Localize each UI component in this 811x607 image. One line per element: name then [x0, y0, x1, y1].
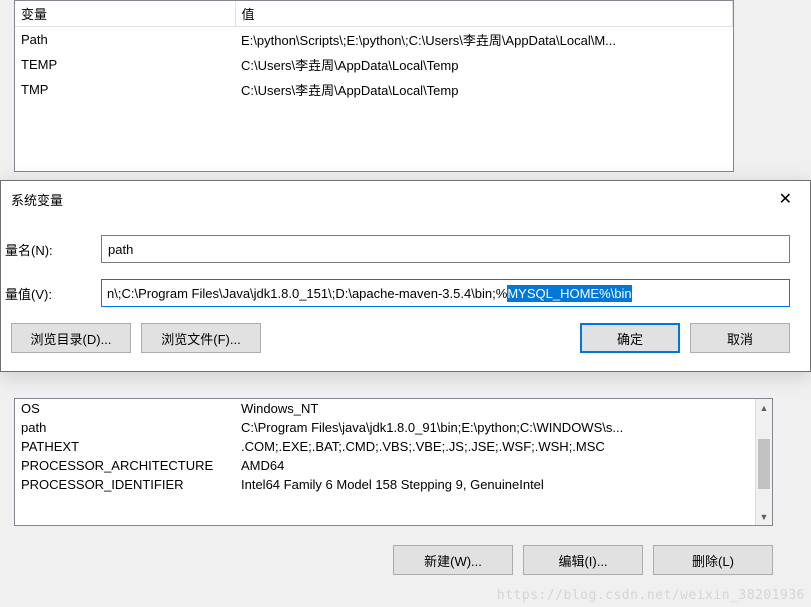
scroll-up-icon[interactable]: ▲	[756, 399, 772, 416]
close-icon[interactable]: ✕	[771, 187, 800, 211]
edit-variable-dialog: 系统变量 ✕ 量名(N): 量值(V): n\;C:\Program Files…	[0, 180, 811, 372]
variable-name-input[interactable]	[101, 235, 790, 263]
cell-var: TMP	[15, 77, 235, 102]
dialog-titlebar[interactable]: 系统变量 ✕	[1, 181, 810, 217]
cell-var: PROCESSOR_IDENTIFIER	[15, 475, 235, 494]
table-row[interactable]: Path E:\python\Scripts\;E:\python\;C:\Us…	[15, 27, 733, 53]
cell-var: Path	[15, 27, 235, 53]
value-text: n\;C:\Program Files\Java\jdk1.8.0_151\;D…	[107, 286, 507, 301]
table-row[interactable]: TEMP C:\Users\李垚周\AppData\Local\Temp	[15, 52, 733, 77]
delete-button[interactable]: 删除(L)	[653, 545, 773, 575]
edit-button[interactable]: 编辑(I)...	[523, 545, 643, 575]
table-row[interactable]: PROCESSOR_IDENTIFIER Intel64 Family 6 Mo…	[15, 475, 772, 494]
browse-file-button[interactable]: 浏览文件(F)...	[141, 323, 261, 353]
value-selection: MYSQL_HOME%\bin	[507, 285, 631, 302]
cell-var: OS	[15, 399, 235, 418]
cell-val: C:\Program Files\java\jdk1.8.0_91\bin;E:…	[235, 418, 772, 437]
col-variable[interactable]: 变量	[15, 1, 235, 27]
variable-name-label: 量名(N):	[1, 240, 101, 259]
cell-val: AMD64	[235, 456, 772, 475]
scroll-thumb[interactable]	[758, 439, 770, 489]
cell-var: PATHEXT	[15, 437, 235, 456]
dialog-title: 系统变量	[11, 190, 63, 209]
table-row[interactable]: PROCESSOR_ARCHITECTURE AMD64	[15, 456, 772, 475]
cell-var: path	[15, 418, 235, 437]
cell-val: C:\Users\李垚周\AppData\Local\Temp	[235, 52, 733, 77]
table-row[interactable]: PATHEXT .COM;.EXE;.BAT;.CMD;.VBS;.VBE;.J…	[15, 437, 772, 456]
cell-var: PROCESSOR_ARCHITECTURE	[15, 456, 235, 475]
col-value[interactable]: 值	[235, 1, 733, 27]
ok-button[interactable]: 确定	[580, 323, 680, 353]
watermark: https://blog.csdn.net/weixin_38201936	[497, 588, 805, 603]
user-variables-table: 变量 值 Path E:\python\Scripts\;E:\python\;…	[14, 0, 734, 172]
cancel-button[interactable]: 取消	[690, 323, 790, 353]
cell-val: .COM;.EXE;.BAT;.CMD;.VBS;.VBE;.JS;.JSE;.…	[235, 437, 772, 456]
system-variables-buttons: 新建(W)... 编辑(I)... 删除(L)	[393, 545, 773, 575]
cell-val: E:\python\Scripts\;E:\python\;C:\Users\李…	[235, 27, 733, 53]
new-button[interactable]: 新建(W)...	[393, 545, 513, 575]
system-variables-table: OS Windows_NT path C:\Program Files\java…	[14, 398, 773, 526]
cell-val: Windows_NT	[235, 399, 772, 418]
cell-val: Intel64 Family 6 Model 158 Stepping 9, G…	[235, 475, 772, 494]
scrollbar[interactable]: ▲ ▼	[755, 399, 772, 525]
cell-val: C:\Users\李垚周\AppData\Local\Temp	[235, 77, 733, 102]
cell-var: TEMP	[15, 52, 235, 77]
variable-value-input[interactable]: n\;C:\Program Files\Java\jdk1.8.0_151\;D…	[101, 279, 790, 307]
variable-value-label: 量值(V):	[1, 284, 101, 303]
scroll-down-icon[interactable]: ▼	[756, 508, 772, 525]
table-header-row: 变量 值	[15, 1, 733, 27]
table-row[interactable]: OS Windows_NT	[15, 399, 772, 418]
table-row[interactable]: TMP C:\Users\李垚周\AppData\Local\Temp	[15, 77, 733, 102]
browse-directory-button[interactable]: 浏览目录(D)...	[11, 323, 131, 353]
table-row[interactable]: path C:\Program Files\java\jdk1.8.0_91\b…	[15, 418, 772, 437]
